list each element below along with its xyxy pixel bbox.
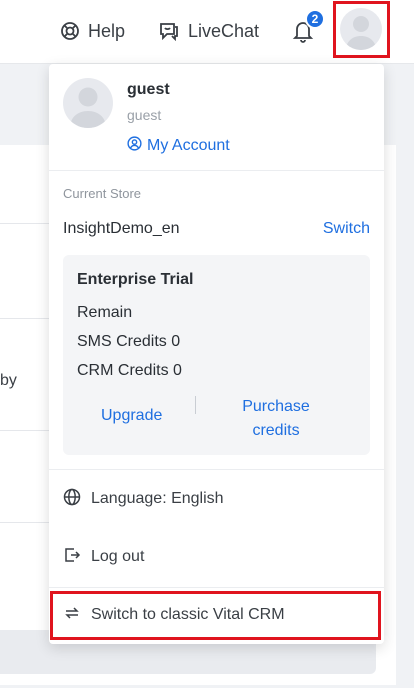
help-label: Help (88, 20, 126, 41)
divider (49, 170, 384, 171)
user-subtitle: guest (127, 107, 162, 123)
background-text: by (0, 372, 17, 389)
bell-icon (291, 22, 315, 48)
logout-menu-item[interactable]: Log out (63, 545, 144, 569)
my-account-label: My Account (147, 137, 230, 154)
plan-remain: Remain (77, 304, 133, 321)
top-header: Help LiveChat 2 (0, 0, 414, 64)
lifebuoy-icon (60, 21, 80, 41)
user-name: guest (127, 81, 170, 98)
divider (49, 587, 384, 588)
avatar-button[interactable] (340, 8, 382, 50)
my-account-link[interactable]: My Account (127, 136, 230, 156)
sms-credits: SMS Credits 0 (77, 333, 181, 350)
divider (195, 396, 196, 414)
notification-badge: 2 (305, 9, 325, 29)
current-store-name: InsightDemo_en (63, 220, 180, 237)
switch-store-link[interactable]: Switch (323, 220, 370, 238)
chat-icon (158, 21, 180, 41)
user-avatar (63, 78, 113, 128)
language-label: Language: English (91, 490, 224, 507)
divider (49, 469, 384, 470)
crm-credits: CRM Credits 0 (77, 362, 182, 379)
plan-card: Enterprise Trial Remain SMS Credits 0 CR… (63, 255, 370, 455)
swap-arrows-icon (63, 604, 81, 627)
divider (0, 318, 50, 319)
logout-icon (63, 546, 81, 569)
livechat-label: LiveChat (188, 20, 260, 41)
upgrade-button[interactable]: Upgrade (101, 407, 162, 425)
language-menu-item[interactable]: Language: English (63, 487, 224, 511)
divider (0, 430, 50, 431)
divider (0, 223, 50, 224)
current-store-label: Current Store (63, 186, 142, 201)
divider (0, 522, 50, 523)
help-button[interactable]: Help (60, 18, 125, 44)
account-dropdown: guest guest My Account Current Store Ins… (49, 64, 384, 644)
livechat-button[interactable]: LiveChat (158, 18, 259, 44)
switch-classic-label: Switch to classic Vital CRM (91, 606, 285, 623)
purchase-credits-button[interactable]: Purchase credits (223, 395, 329, 443)
switch-classic-menu-item[interactable]: Switch to classic Vital CRM (63, 603, 285, 627)
plan-title: Enterprise Trial (77, 271, 194, 288)
user-circle-icon (127, 136, 142, 156)
logout-label: Log out (91, 548, 145, 565)
globe-icon (63, 488, 81, 511)
